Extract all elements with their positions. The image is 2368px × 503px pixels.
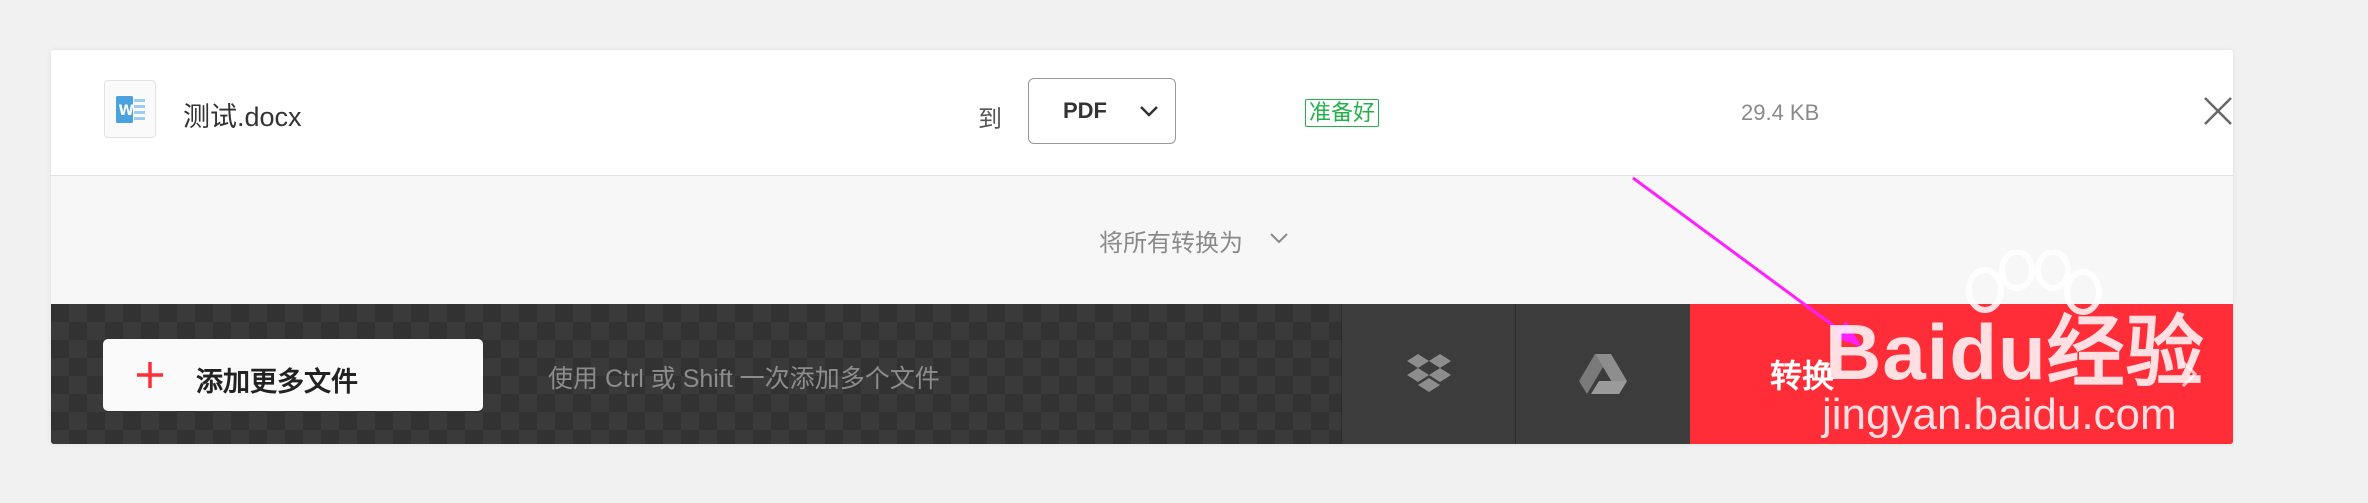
add-more-files-button[interactable]: 添加更多文件 xyxy=(103,339,483,411)
close-button[interactable] xyxy=(2203,96,2233,126)
add-more-files-label: 添加更多文件 xyxy=(196,367,358,397)
format-select[interactable]: PDF xyxy=(1028,78,1176,144)
svg-text:W: W xyxy=(119,103,134,119)
chevron-right-icon xyxy=(2181,360,2198,388)
status-badge: 准备好 xyxy=(1305,99,1380,127)
close-icon xyxy=(2204,97,2232,125)
to-label: 到 xyxy=(978,106,1002,133)
word-doc-icon: W xyxy=(104,80,156,138)
google-drive-icon xyxy=(1579,354,1627,394)
file-row: W 测试.docx 到 PDF 准备好 29.4 KB xyxy=(51,50,2233,176)
converter-panel: W 测试.docx 到 PDF 准备好 29.4 KB 将所有转换为 添加更多文… xyxy=(51,50,2233,444)
convert-button[interactable]: 转换 xyxy=(1690,304,2233,444)
format-label: PDF xyxy=(1063,98,1107,123)
convert-all-label: 将所有转换为 xyxy=(1099,230,1243,257)
google-drive-button[interactable] xyxy=(1515,304,1690,444)
plus-icon xyxy=(137,362,163,388)
action-bar: 添加更多文件 使用 Ctrl 或 Shift 一次添加多个文件 转换 xyxy=(51,304,2233,444)
convert-label: 转换 xyxy=(1770,358,1835,394)
file-name: 测试.docx xyxy=(183,102,302,132)
chevron-down-icon xyxy=(1270,233,1288,244)
convert-all-bar[interactable]: 将所有转换为 xyxy=(51,176,2233,304)
dropbox-icon xyxy=(1407,354,1451,392)
dropbox-button[interactable] xyxy=(1341,304,1515,444)
file-size: 29.4 KB xyxy=(1741,100,1820,125)
multi-select-hint: 使用 Ctrl 或 Shift 一次添加多个文件 xyxy=(548,365,940,393)
chevron-down-icon xyxy=(1140,106,1158,117)
